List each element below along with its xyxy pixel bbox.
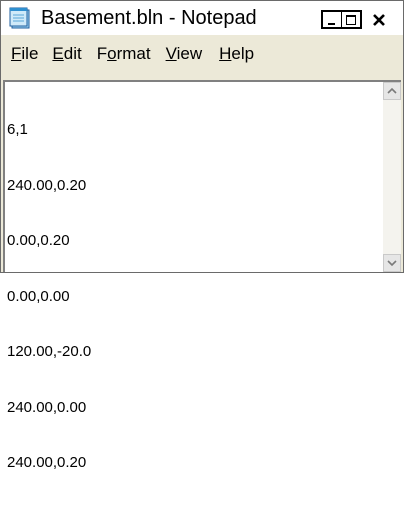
document-text[interactable]: 6,1 240.00,0.20 0.00,0.20 0.00,0.00 120.… (7, 84, 377, 471)
minimize-button[interactable] (321, 10, 342, 29)
text-line: 120.00,-20.0 (7, 343, 92, 360)
text-line: 240.00,0.00 (7, 398, 87, 416)
window-title: Basement.bln - Notepad (41, 7, 257, 29)
text-line: 6,1 (7, 121, 28, 138)
minimize-icon (328, 22, 335, 25)
maximize-button[interactable] (341, 10, 362, 29)
notepad-icon[interactable] (9, 7, 33, 29)
menu-help[interactable]: Help (219, 44, 254, 64)
text-line: 240.00,0.20 (7, 454, 87, 471)
vertical-scrollbar[interactable] (383, 82, 401, 272)
text-editor[interactable]: 6,1 240.00,0.20 0.00,0.20 0.00,0.00 120.… (3, 80, 401, 471)
maximize-icon (346, 14, 356, 25)
close-button[interactable] (365, 10, 393, 29)
menu-file[interactable]: File (11, 44, 38, 64)
menu-view[interactable]: View (166, 44, 203, 64)
arrow-up-icon (387, 87, 397, 94)
title-bar[interactable]: Basement.bln - Notepad (1, 1, 403, 35)
scroll-down-button[interactable] (383, 254, 401, 272)
menu-bar: File Edit Format View Help (1, 37, 403, 71)
notepad-window: Basement.bln - Notepad File Edit Format … (0, 0, 404, 471)
close-icon (373, 13, 385, 26)
menu-edit[interactable]: Edit (52, 44, 81, 64)
text-line: 240.00,0.20 (7, 176, 87, 194)
arrow-down-icon (387, 260, 397, 267)
scroll-up-button[interactable] (383, 82, 401, 100)
text-line: 0.00,0.20 (7, 232, 70, 249)
menu-format[interactable]: Format (97, 44, 151, 64)
text-line: 0.00,0.00 (7, 287, 70, 305)
